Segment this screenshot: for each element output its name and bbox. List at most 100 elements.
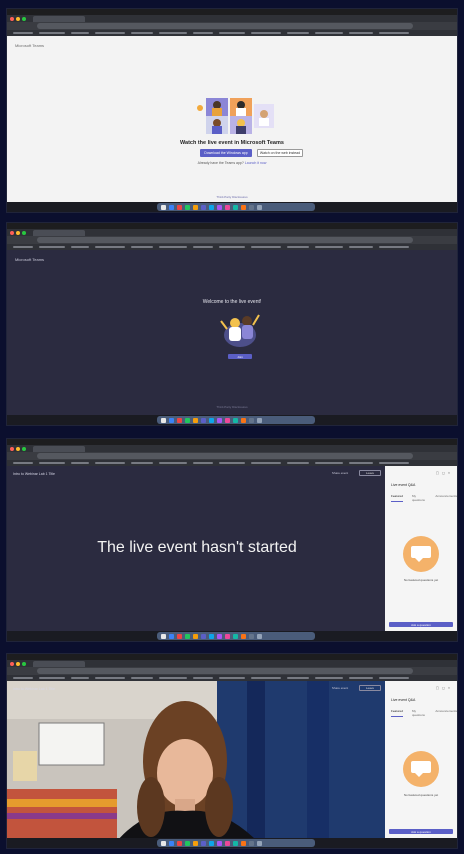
finder-icon[interactable] [161,841,166,846]
bookmark-item[interactable] [251,462,281,464]
close-window-icon[interactable] [10,17,14,21]
mail-icon[interactable] [209,418,214,423]
app-icon[interactable] [217,418,222,423]
bookmark-item[interactable] [95,677,125,679]
bookmark-item[interactable] [251,32,281,34]
tab-announcements[interactable]: Announcements [435,494,457,502]
music-icon[interactable] [225,418,230,423]
bookmark-item[interactable] [219,462,245,464]
chrome-icon[interactable] [177,634,182,639]
download-app-button[interactable]: Download the Windows app [200,149,252,157]
bookmark-item[interactable] [193,246,213,248]
minimize-window-icon[interactable] [16,17,20,21]
bookmark-item[interactable] [349,677,373,679]
notes-icon[interactable] [193,205,198,210]
maximize-window-icon[interactable] [22,17,26,21]
bookmark-item[interactable] [251,246,281,248]
bookmark-item[interactable] [349,462,373,464]
tab-featured[interactable]: Featured [391,494,404,502]
launch-link[interactable]: Launch it now [245,161,267,165]
chrome-icon[interactable] [177,418,182,423]
bookmark-item[interactable] [349,32,373,34]
mail-icon[interactable] [209,205,214,210]
address-bar[interactable] [37,23,413,29]
safari-icon[interactable] [169,418,174,423]
watch-on-web-button[interactable]: Watch on the web instead [257,149,303,157]
bookmark-item[interactable] [159,246,187,248]
teams-icon[interactable] [201,205,206,210]
bookmark-item[interactable] [39,32,65,34]
address-bar[interactable] [37,453,413,459]
bookmark-item[interactable] [379,677,409,679]
leave-button[interactable]: Leave [359,470,381,476]
tab-my-questions[interactable]: My questions [412,494,426,502]
bookmark-item[interactable] [219,246,245,248]
teams-icon[interactable] [201,418,206,423]
bookmark-item[interactable] [39,246,65,248]
bookmark-item[interactable] [13,677,33,679]
app-icon[interactable] [241,418,246,423]
share-event-button[interactable]: Share event [325,470,355,476]
tab-announcements[interactable]: Announcements [435,709,457,717]
bookmark-item[interactable] [13,246,33,248]
tab-featured[interactable]: Featured [391,709,404,717]
bookmark-item[interactable] [159,677,187,679]
settings-icon[interactable] [249,418,254,423]
trash-icon[interactable] [257,634,262,639]
bookmark-item[interactable] [71,32,89,34]
bookmark-item[interactable] [379,246,409,248]
bookmark-item[interactable] [13,462,33,464]
settings-icon[interactable] [249,205,254,210]
trash-icon[interactable] [257,418,262,423]
bookmark-item[interactable] [219,32,245,34]
mail-icon[interactable] [209,634,214,639]
bookmark-item[interactable] [287,462,309,464]
bookmark-item[interactable] [287,246,309,248]
join-button[interactable]: Join [228,354,252,359]
close-icon[interactable]: × [448,471,453,475]
leave-button[interactable]: Leave [359,685,381,691]
bookmark-item[interactable] [39,462,65,464]
bookmark-item[interactable] [71,677,89,679]
bookmark-item[interactable] [131,677,153,679]
notes-icon[interactable] [193,418,198,423]
bookmark-item[interactable] [251,677,281,679]
bookmark-item[interactable] [131,246,153,248]
address-bar[interactable] [37,668,413,674]
bookmark-item[interactable] [315,677,343,679]
messages-icon[interactable] [185,634,190,639]
teams-icon[interactable] [201,634,206,639]
app-icon[interactable] [241,205,246,210]
ask-question-button[interactable]: Ask a question [389,829,453,834]
finder-icon[interactable] [161,205,166,210]
close-window-icon[interactable] [10,231,14,235]
messages-icon[interactable] [185,418,190,423]
bookmark-item[interactable] [315,462,343,464]
bookmark-item[interactable] [159,462,187,464]
maximize-window-icon[interactable] [22,447,26,451]
teams-icon[interactable] [201,841,206,846]
music-icon[interactable] [225,205,230,210]
footer-link[interactable]: Third-Party Disclosures [7,195,457,199]
bookmark-item[interactable] [315,32,343,34]
bookmark-item[interactable] [13,32,33,34]
mail-icon[interactable] [209,841,214,846]
finder-icon[interactable] [161,634,166,639]
trash-icon[interactable] [257,841,262,846]
minimize-window-icon[interactable] [16,231,20,235]
bookmark-item[interactable] [95,246,125,248]
bookmark-item[interactable] [39,677,65,679]
bookmark-item[interactable] [71,246,89,248]
minimize-window-icon[interactable] [16,447,20,451]
bookmark-item[interactable] [95,462,125,464]
bookmark-item[interactable] [131,32,153,34]
safari-icon[interactable] [169,634,174,639]
maximize-window-icon[interactable] [22,662,26,666]
app-icon[interactable] [233,634,238,639]
bookmark-item[interactable] [71,462,89,464]
safari-icon[interactable] [169,841,174,846]
bookmark-item[interactable] [193,677,213,679]
bookmark-item[interactable] [287,32,309,34]
minimize-window-icon[interactable] [16,662,20,666]
bookmark-item[interactable] [193,462,213,464]
